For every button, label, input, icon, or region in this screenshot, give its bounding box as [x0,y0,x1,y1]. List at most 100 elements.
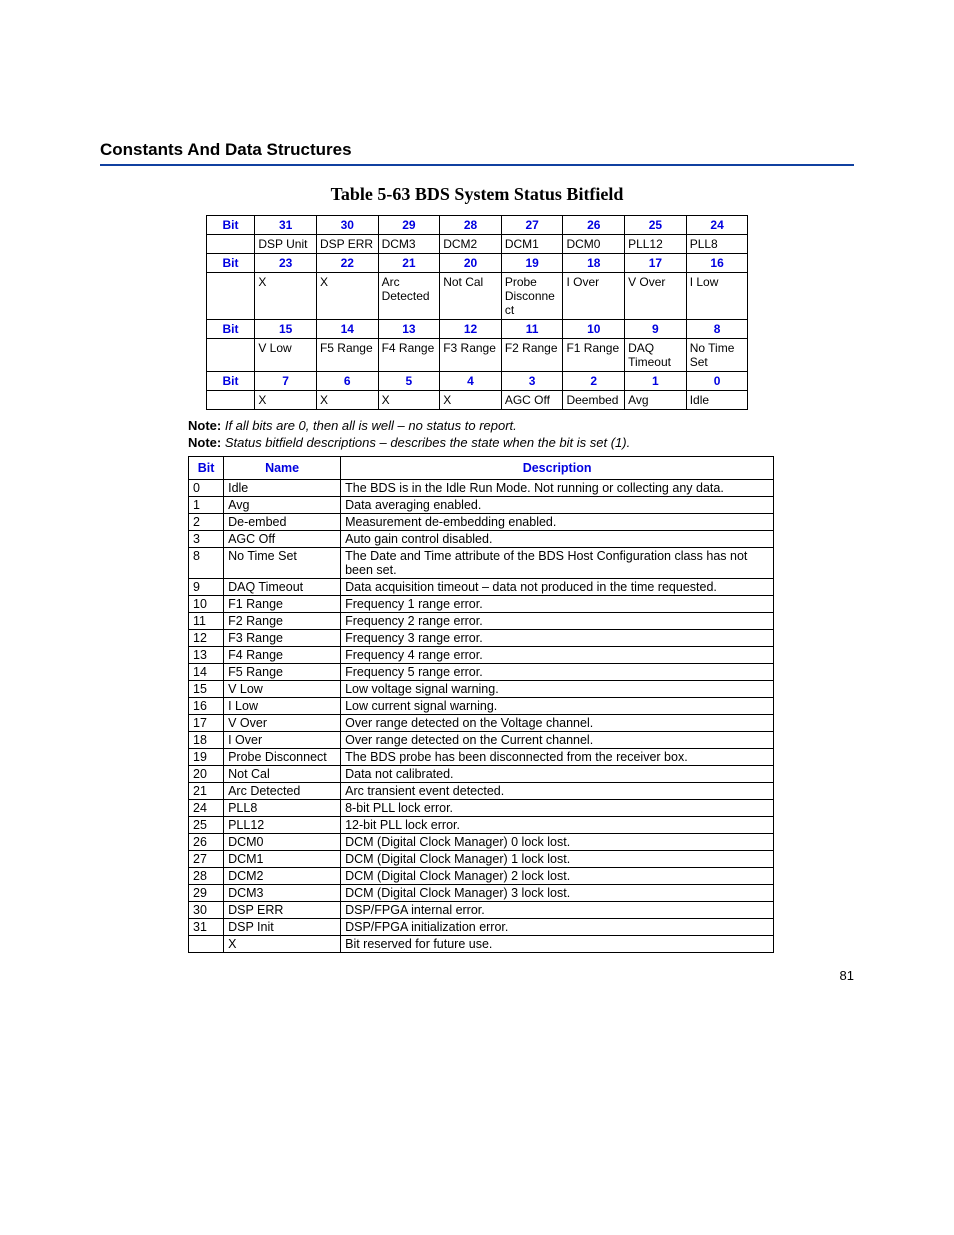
bit-number: 29 [378,216,440,235]
bit-number: 20 [440,254,502,273]
table-row: 19Probe DisconnectThe BDS probe has been… [189,749,774,766]
col-bit: Bit [189,457,224,480]
cell-name: I Over [224,732,341,749]
note-1: Note: If all bits are 0, then all is wel… [188,418,854,433]
cell-bit: 31 [189,919,224,936]
cell-desc: Bit reserved for future use. [341,936,774,953]
bit-name-cell: Deembed [563,391,625,410]
bit-name-cell: AGC Off [501,391,563,410]
bit-name-cell: DCM2 [440,235,502,254]
table-row: 20Not CalData not calibrated. [189,766,774,783]
cell-bit: 17 [189,715,224,732]
table-row: 17V OverOver range detected on the Volta… [189,715,774,732]
cell-name: Not Cal [224,766,341,783]
cell-desc: Frequency 4 range error. [341,647,774,664]
bit-row-empty [206,235,255,254]
cell-name: DCM0 [224,834,341,851]
bit-name-cell: Arc Detected [378,273,440,320]
cell-name: X [224,936,341,953]
bit-name-cell: X [316,391,378,410]
cell-desc: Frequency 1 range error. [341,596,774,613]
bit-name-cell: F1 Range [563,339,625,372]
cell-desc: DSP/FPGA internal error. [341,902,774,919]
note-2: Note: Status bitfield descriptions – des… [188,435,854,450]
bit-number: 9 [625,320,687,339]
bit-name-cell: F5 Range [316,339,378,372]
cell-name: V Over [224,715,341,732]
cell-bit: 21 [189,783,224,800]
bit-name-cell: PLL12 [625,235,687,254]
table-row: 18I OverOver range detected on the Curre… [189,732,774,749]
table-row: 8No Time SetThe Date and Time attribute … [189,548,774,579]
bit-row-label: Bit [206,254,255,273]
cell-bit: 16 [189,698,224,715]
bit-name-cell: V Over [625,273,687,320]
table-row: 10F1 RangeFrequency 1 range error. [189,596,774,613]
page-number: 81 [840,968,854,983]
bit-number: 13 [378,320,440,339]
cell-desc: The BDS probe has been disconnected from… [341,749,774,766]
bit-name-cell: PLL8 [686,235,748,254]
bit-number: 7 [255,372,317,391]
cell-bit: 0 [189,480,224,497]
bit-number: 22 [316,254,378,273]
cell-bit: 30 [189,902,224,919]
bit-name-cell: X [378,391,440,410]
cell-bit: 13 [189,647,224,664]
bit-name-cell: No Time Set [686,339,748,372]
cell-desc: Low voltage signal warning. [341,681,774,698]
bit-name-cell: Not Cal [440,273,502,320]
table-row: 13F4 RangeFrequency 4 range error. [189,647,774,664]
cell-desc: Auto gain control disabled. [341,531,774,548]
cell-desc: Over range detected on the Current chann… [341,732,774,749]
bit-row-empty [206,273,255,320]
bit-number: 24 [686,216,748,235]
note-label: Note: [188,418,221,433]
cell-desc: DCM (Digital Clock Manager) 1 lock lost. [341,851,774,868]
bit-name-cell: DSP ERR [316,235,378,254]
cell-bit: 2 [189,514,224,531]
table-row: 30DSP ERRDSP/FPGA internal error. [189,902,774,919]
cell-name: DCM3 [224,885,341,902]
bit-number: 17 [625,254,687,273]
cell-name: Avg [224,497,341,514]
cell-name: De-embed [224,514,341,531]
cell-name: DCM1 [224,851,341,868]
cell-name: F2 Range [224,613,341,630]
cell-desc: Measurement de-embedding enabled. [341,514,774,531]
cell-name: Probe Disconnect [224,749,341,766]
table-row: 1AvgData averaging enabled. [189,497,774,514]
table-row: 29DCM3DCM (Digital Clock Manager) 3 lock… [189,885,774,902]
bit-number: 16 [686,254,748,273]
cell-name: F4 Range [224,647,341,664]
cell-desc: Data not calibrated. [341,766,774,783]
bit-name-cell: I Over [563,273,625,320]
cell-desc: The BDS is in the Idle Run Mode. Not run… [341,480,774,497]
col-name: Name [224,457,341,480]
cell-name: Arc Detected [224,783,341,800]
bit-row-label: Bit [206,216,255,235]
bit-number: 3 [501,372,563,391]
cell-bit: 18 [189,732,224,749]
bit-name-cell: X [316,273,378,320]
cell-bit: 10 [189,596,224,613]
bit-number: 11 [501,320,563,339]
table-row: 31DSP InitDSP/FPGA initialization error. [189,919,774,936]
bit-name-cell: I Low [686,273,748,320]
bit-name-cell: DCM3 [378,235,440,254]
table-row: 28DCM2DCM (Digital Clock Manager) 2 lock… [189,868,774,885]
bit-name-cell: F4 Range [378,339,440,372]
cell-desc: Frequency 2 range error. [341,613,774,630]
cell-name: V Low [224,681,341,698]
cell-bit: 26 [189,834,224,851]
note-label: Note: [188,435,221,450]
cell-bit: 12 [189,630,224,647]
cell-bit [189,936,224,953]
bit-number: 8 [686,320,748,339]
bit-row-empty [206,391,255,410]
cell-bit: 8 [189,548,224,579]
table-row: 25PLL1212-bit PLL lock error. [189,817,774,834]
bit-row-label: Bit [206,372,255,391]
bit-number: 6 [316,372,378,391]
bit-name-cell: DCM0 [563,235,625,254]
